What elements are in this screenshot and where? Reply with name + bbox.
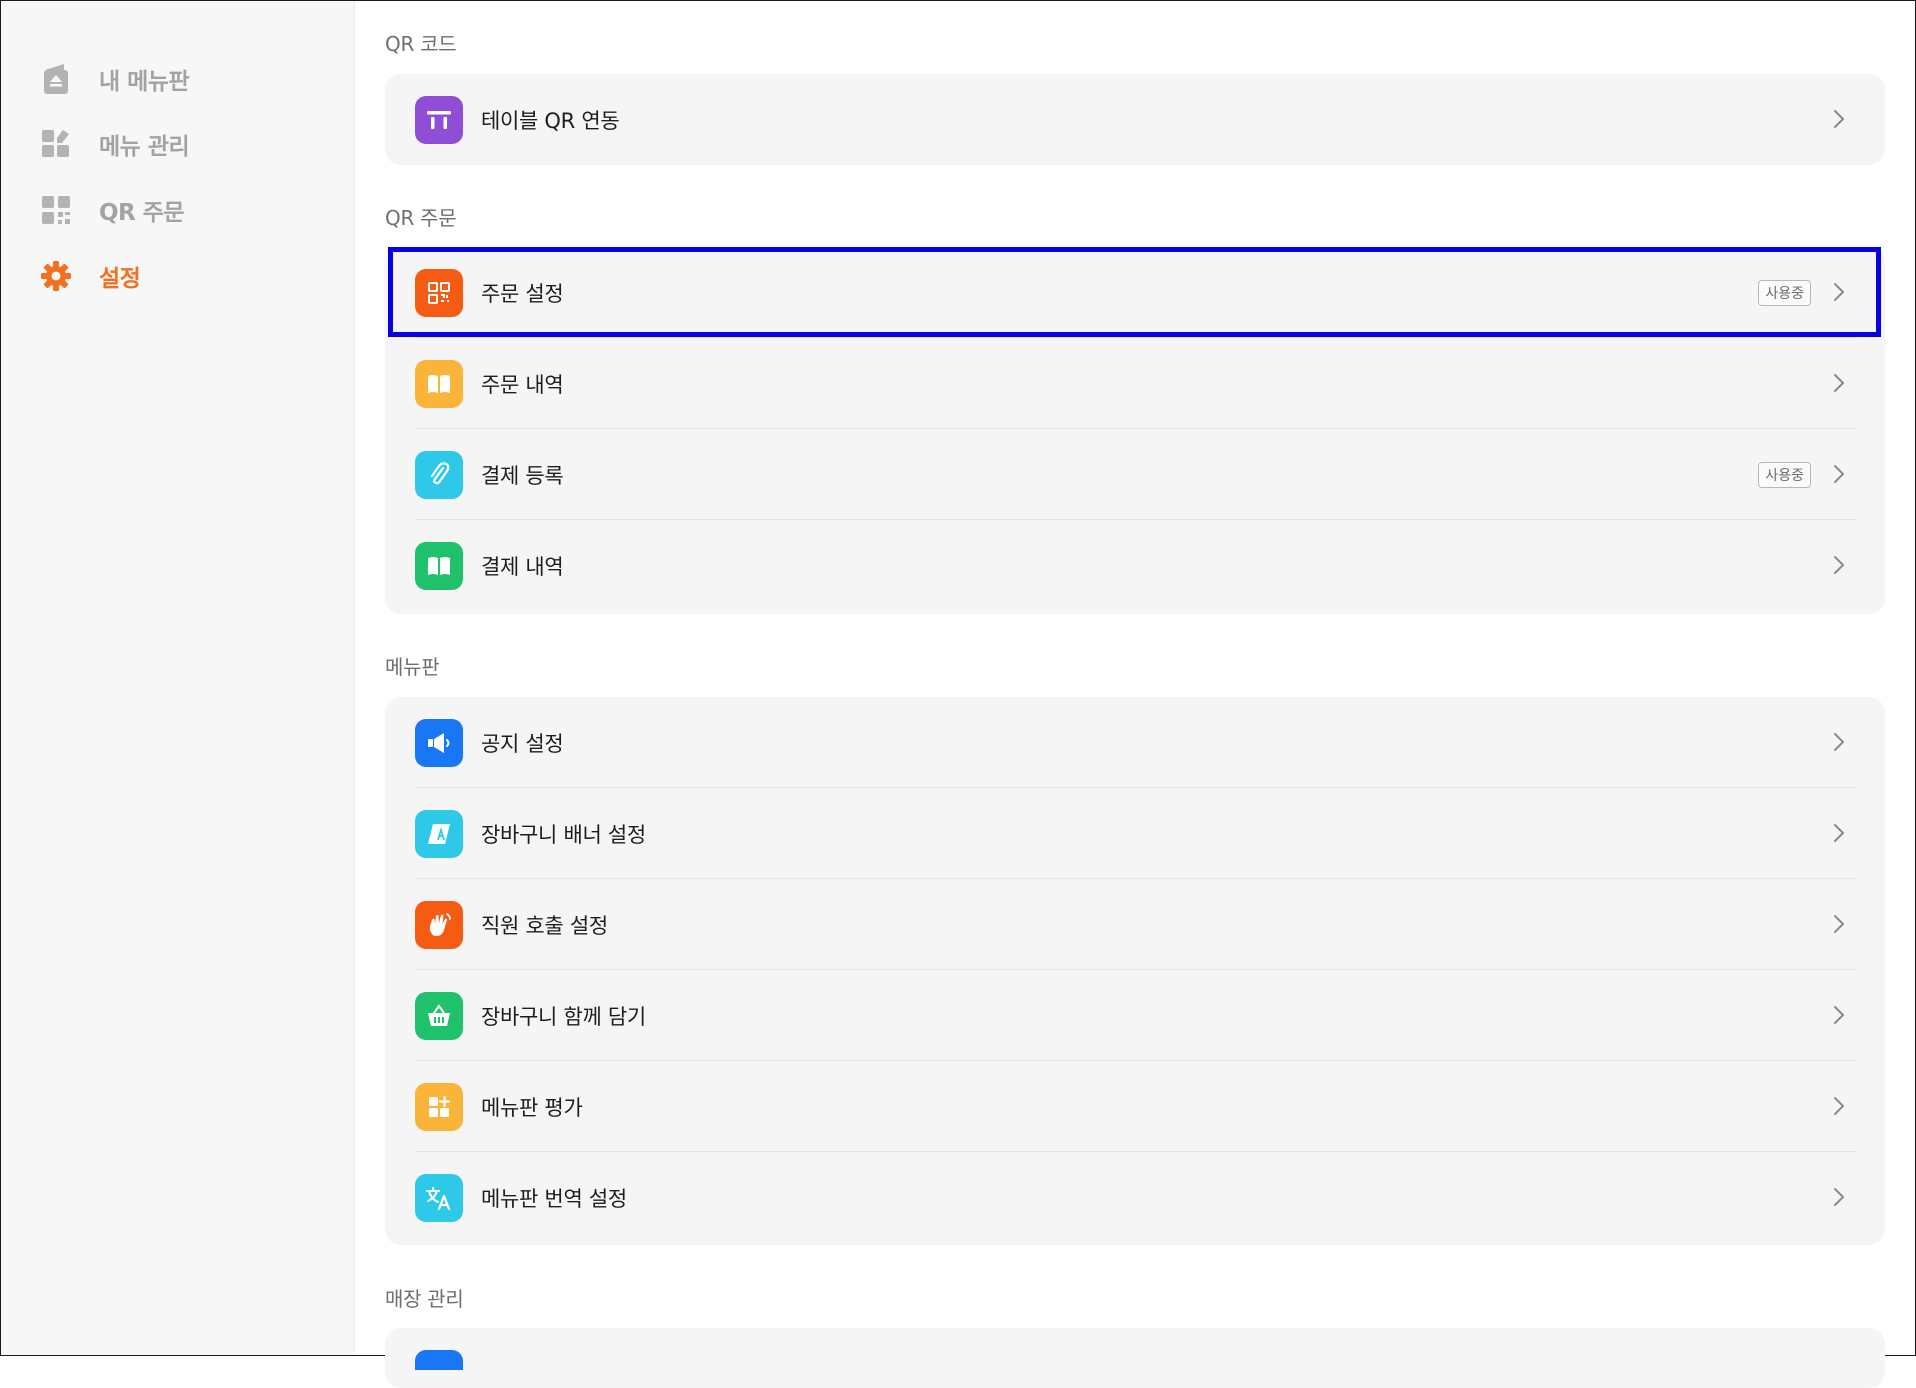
row-payment-registration[interactable]: 결제 등록 사용중: [385, 429, 1885, 520]
hand-wave-icon: [415, 901, 463, 949]
chevron-right-icon: [1827, 1094, 1851, 1118]
chevron-right-icon: [1827, 462, 1851, 486]
qr-order-card: 주문 설정 사용중 주문 내역 결제 등록 사용중 결제 내역: [385, 247, 1885, 614]
status-badge: 사용중: [1758, 462, 1811, 488]
translate-icon: [415, 1174, 463, 1222]
row-cart-add-together[interactable]: 장바구니 함께 담기: [385, 970, 1885, 1061]
row-notice-settings[interactable]: 공지 설정: [385, 697, 1885, 788]
basket-icon: [415, 992, 463, 1040]
qr-code-card: 테이블 QR 연동: [385, 74, 1885, 165]
chevron-right-icon: [1827, 730, 1851, 754]
row-label: 직원 호출 설정: [481, 913, 608, 938]
banner-icon: [415, 810, 463, 858]
row-label: 주문 내역: [481, 372, 564, 397]
row-table-qr-link[interactable]: 테이블 QR 연동: [385, 74, 1885, 165]
qr-order-icon: [39, 193, 73, 227]
row-payment-history[interactable]: 결제 내역: [385, 520, 1885, 611]
sidebar: 내 메뉴판 메뉴 관리 QR 주문 설정: [1, 1, 355, 1355]
gear-icon: [39, 259, 73, 293]
chevron-right-icon: [1827, 280, 1851, 304]
sidebar-item-label: QR 주문: [99, 200, 185, 226]
chevron-right-icon: [1827, 912, 1851, 936]
row-menuboard-rating[interactable]: 메뉴판 평가: [385, 1061, 1885, 1152]
row-label: 테이블 QR 연동: [481, 108, 620, 133]
store-row-icon: [415, 1350, 463, 1370]
chevron-right-icon: [1827, 107, 1851, 131]
paperclip-icon: [415, 451, 463, 499]
sidebar-item-label: 설정: [99, 266, 141, 292]
settings-main: QR 코드 테이블 QR 연동 QR 주문 주문 설정 사용중 주문 내역 결제…: [385, 0, 1885, 1388]
row-label: 결제 등록: [481, 463, 564, 488]
chevron-right-icon: [1827, 1003, 1851, 1027]
row-label: 장바구니 함께 담기: [481, 1004, 646, 1029]
menuboard-card: 공지 설정 장바구니 배너 설정 직원 호출 설정 장바구니 함께 담기 메뉴판…: [385, 697, 1885, 1245]
grid-edit-icon: [39, 127, 73, 161]
sidebar-item-menu-management[interactable]: 메뉴 관리: [39, 124, 190, 164]
chevron-right-icon: [1827, 1185, 1851, 1209]
section-title-menuboard: 메뉴판: [385, 655, 440, 679]
section-title-store-management: 매장 관리: [385, 1287, 464, 1311]
book-icon: [415, 360, 463, 408]
megaphone-icon: [415, 719, 463, 767]
row-label: 메뉴판 평가: [481, 1095, 583, 1120]
row-staff-call-settings[interactable]: 직원 호출 설정: [385, 879, 1885, 970]
status-badge: 사용중: [1758, 280, 1811, 306]
chevron-right-icon: [1827, 821, 1851, 845]
row-cart-banner-settings[interactable]: 장바구니 배너 설정: [385, 788, 1885, 879]
section-title-qr-code: QR 코드: [385, 32, 457, 56]
sidebar-item-qr-order[interactable]: QR 주문: [39, 190, 185, 230]
sidebar-item-settings[interactable]: 설정: [39, 256, 141, 296]
row-label: 공지 설정: [481, 731, 564, 756]
chevron-right-icon: [1827, 371, 1851, 395]
sidebar-item-my-menuboard[interactable]: 내 메뉴판: [39, 59, 190, 99]
row-label: 주문 설정: [481, 281, 564, 306]
row-menuboard-translation[interactable]: 메뉴판 번역 설정: [385, 1152, 1885, 1243]
qr-code-icon: [415, 269, 463, 317]
row-order-settings[interactable]: 주문 설정 사용중: [385, 247, 1885, 338]
store-management-card: [385, 1328, 1885, 1388]
section-title-qr-order: QR 주문: [385, 206, 457, 230]
row-order-history[interactable]: 주문 내역: [385, 338, 1885, 429]
table-icon: [415, 96, 463, 144]
row-label: 메뉴판 번역 설정: [481, 1186, 627, 1211]
sidebar-item-label: 내 메뉴판: [99, 69, 190, 95]
row-label: 장바구니 배너 설정: [481, 822, 646, 847]
book-icon: [415, 542, 463, 590]
sidebar-item-label: 메뉴 관리: [99, 134, 190, 160]
menu-board-icon: [39, 62, 73, 96]
apps-add-icon: [415, 1083, 463, 1131]
chevron-right-icon: [1827, 553, 1851, 577]
row-label: 결제 내역: [481, 554, 564, 579]
